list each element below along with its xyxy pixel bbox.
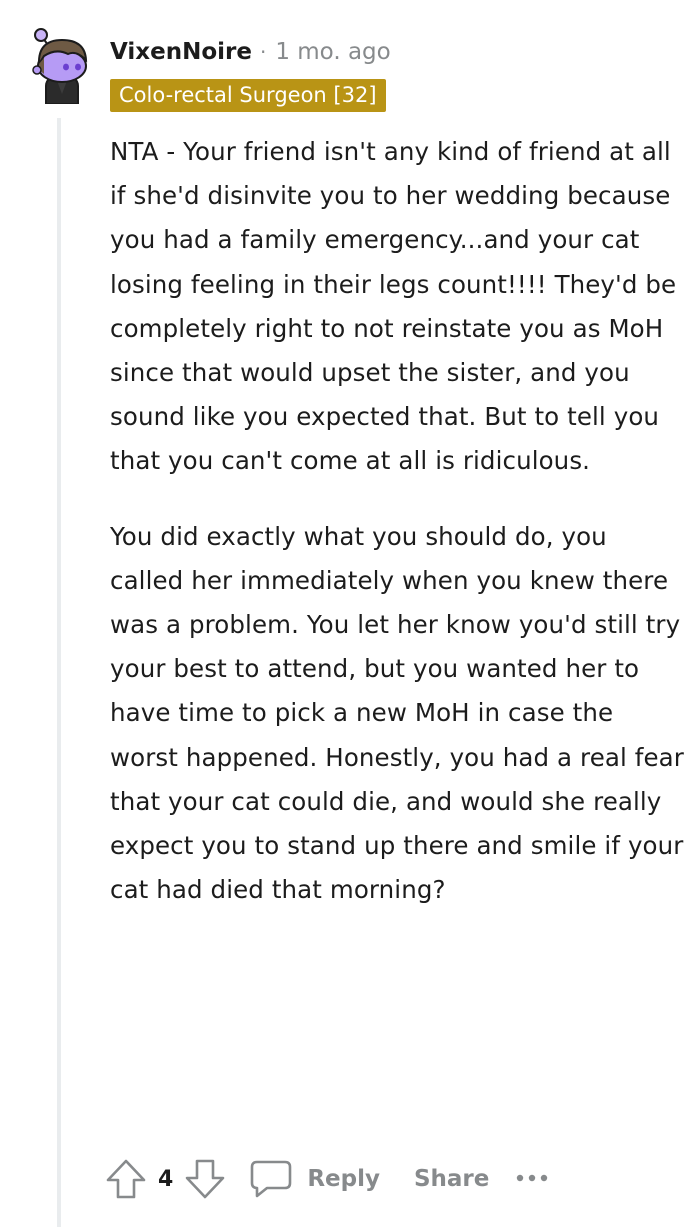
- reply-label: Reply: [307, 1166, 380, 1192]
- upvote-arrow-icon[interactable]: [104, 1157, 148, 1201]
- timestamp-link[interactable]: 1 mo. ago: [275, 39, 390, 65]
- comment-header: VixenNoire · 1 mo. ago: [110, 34, 391, 70]
- comment-paragraph: You did exactly what you should do, you …: [110, 521, 684, 905]
- comment-body: NTA - Your friend isn't any kind of frie…: [110, 130, 685, 912]
- vote-count: 4: [158, 1166, 174, 1192]
- comment-actions: 4 Reply Share: [104, 1156, 549, 1202]
- thread-line[interactable]: [57, 118, 61, 1227]
- ellipsis-icon[interactable]: [515, 1170, 549, 1189]
- snoo-avatar-icon: [32, 28, 88, 105]
- share-button[interactable]: Share: [414, 1166, 489, 1192]
- downvote-arrow-icon[interactable]: [183, 1157, 227, 1201]
- username-link[interactable]: VixenNoire: [110, 39, 252, 65]
- user-avatar[interactable]: [30, 26, 94, 105]
- reply-button[interactable]: Reply: [249, 1159, 380, 1199]
- meta-separator: ·: [259, 40, 267, 64]
- comment-bubble-icon: [251, 1160, 292, 1198]
- user-flair: Colo-rectal Surgeon [32]: [110, 79, 386, 112]
- comment-paragraph: NTA - Your friend isn't any kind of frie…: [110, 137, 677, 476]
